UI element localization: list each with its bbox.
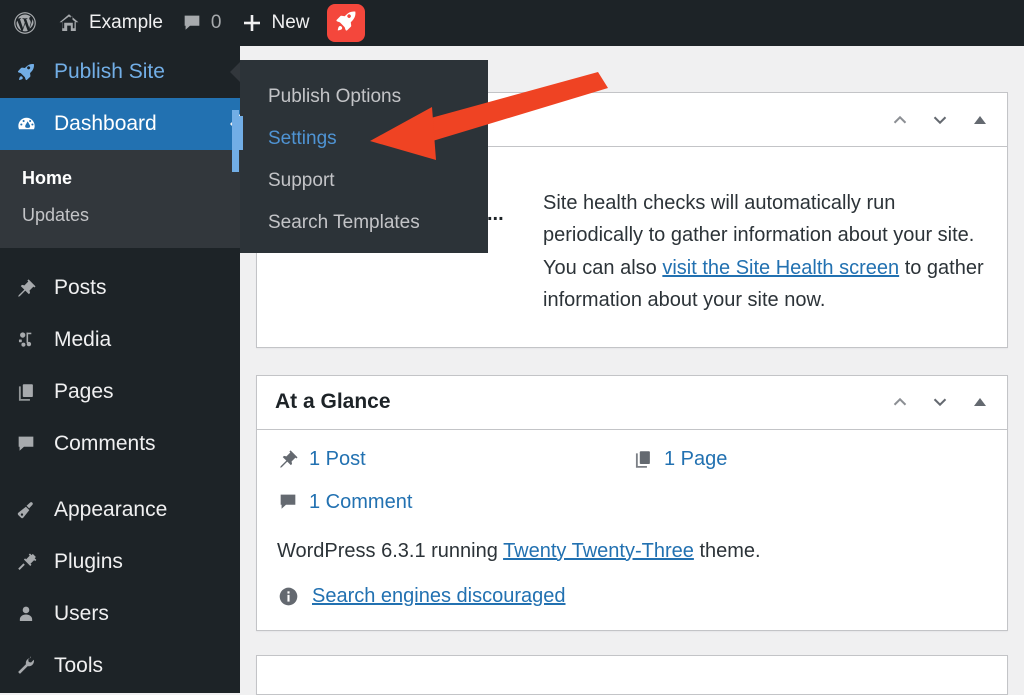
search-engines-discouraged-link[interactable]: Search engines discouraged <box>312 585 566 608</box>
glance-item-pages[interactable]: 1 Page <box>632 448 987 471</box>
chevron-down-icon[interactable] <box>925 105 955 135</box>
glance-pages-link[interactable]: 1 Page <box>664 448 727 471</box>
next-card-partial <box>256 654 1008 695</box>
sidebar-item-plugins[interactable]: Plugins <box>0 536 240 588</box>
sidebar-item-media-label: Media <box>54 328 112 351</box>
site-health-description: Site health checks will automatically ru… <box>537 147 987 317</box>
dashboard-gauge-icon <box>14 113 38 136</box>
sidebar-item-publish-site[interactable]: Publish Site <box>0 46 240 98</box>
chevron-up-icon[interactable] <box>885 387 915 417</box>
sidebar-item-pages[interactable]: Pages <box>0 366 240 418</box>
rocket-icon <box>14 61 38 83</box>
pin-icon <box>14 277 38 299</box>
site-health-screen-link[interactable]: visit the Site Health screen <box>662 257 899 279</box>
search-engines-row: Search engines discouraged <box>277 585 987 608</box>
sidebar-submenu-item-updates[interactable]: Updates <box>0 197 240 234</box>
comment-bubble-icon <box>14 433 38 455</box>
at-a-glance-card-body: 1 Post 1 Page 1 Comment WordPress 6.3.1 … <box>257 430 1007 630</box>
active-theme-link[interactable]: Twenty Twenty-Three <box>503 540 694 562</box>
sidebar-item-dashboard[interactable]: Dashboard <box>0 98 240 150</box>
pages-icon <box>632 448 654 470</box>
sidebar-separator-2 <box>0 470 240 484</box>
wordpress-version-line: WordPress 6.3.1 running Twenty Twenty-Th… <box>277 540 987 563</box>
at-a-glance-card-controls <box>885 387 995 417</box>
glance-posts-link[interactable]: 1 Post <box>309 448 366 471</box>
flyout-item-search-templates[interactable]: Search Templates <box>240 202 488 244</box>
paintbrush-icon <box>14 499 38 521</box>
wrench-icon <box>14 655 38 677</box>
sidebar-item-publish-site-label: Publish Site <box>54 60 165 83</box>
user-icon <box>14 603 38 625</box>
flyout-item-support[interactable]: Support <box>240 160 488 202</box>
sidebar-submenu-item-home[interactable]: Home <box>0 160 240 197</box>
flyout-pointer-notch <box>230 62 240 82</box>
flyout-active-marker <box>236 116 243 150</box>
sidebar-item-pages-label: Pages <box>54 380 114 403</box>
flyout-item-settings[interactable]: Settings <box>240 118 488 160</box>
pin-icon <box>277 448 299 470</box>
admin-sidebar: Publish Site Dashboard Home Updates Post… <box>0 46 240 693</box>
adminbar-new-label: New <box>271 12 310 33</box>
triangle-up-toggle-icon[interactable] <box>965 387 995 417</box>
publish-site-flyout-menu: Publish Options Settings Support Search … <box>240 60 488 253</box>
at-a-glance-card-title: At a Glance <box>275 390 391 414</box>
sidebar-item-posts-label: Posts <box>54 276 107 299</box>
adminbar-comments[interactable]: 0 <box>172 0 231 46</box>
chevron-up-icon[interactable] <box>885 105 915 135</box>
at-a-glance-counts: 1 Post 1 Page 1 Comment <box>277 448 987 534</box>
sidebar-item-comments-label: Comments <box>54 432 156 455</box>
adminbar-site-name-label: Example <box>89 12 163 33</box>
sidebar-item-tools[interactable]: Tools <box>0 640 240 692</box>
glance-item-comments[interactable]: 1 Comment <box>277 491 632 514</box>
comment-bubble-icon <box>181 12 203 34</box>
wordpress-logo-icon <box>12 10 38 36</box>
sidebar-item-dashboard-label: Dashboard <box>54 112 157 135</box>
at-a-glance-card-header: At a Glance <box>257 376 1007 430</box>
at-a-glance-card: At a Glance 1 Post 1 Page 1 Comment Word… <box>256 374 1008 631</box>
adminbar-site-name[interactable]: Example <box>48 0 172 46</box>
sidebar-item-appearance-label: Appearance <box>54 498 168 521</box>
info-icon <box>277 585 300 608</box>
admin-bar: Example 0 New <box>0 0 1024 46</box>
plug-icon <box>14 551 38 573</box>
comment-bubble-icon <box>277 491 299 513</box>
sidebar-item-appearance[interactable]: Appearance <box>0 484 240 536</box>
site-health-card-controls <box>885 105 995 135</box>
sidebar-item-users[interactable]: Users <box>0 588 240 640</box>
adminbar-wordpress-logo[interactable] <box>0 0 48 46</box>
adminbar-publish-rocket-button[interactable] <box>326 4 365 42</box>
media-icon <box>14 329 38 351</box>
sidebar-item-comments[interactable]: Comments <box>0 418 240 470</box>
sidebar-item-posts[interactable]: Posts <box>0 262 240 314</box>
plus-icon <box>240 11 264 35</box>
version-prefix: WordPress 6.3.1 running <box>277 539 504 562</box>
glance-item-posts[interactable]: 1 Post <box>277 448 632 471</box>
sidebar-submenu-dashboard: Home Updates <box>0 150 240 248</box>
glance-comments-link[interactable]: 1 Comment <box>309 491 412 514</box>
sidebar-item-plugins-label: Plugins <box>54 550 123 573</box>
rocket-icon <box>333 8 359 39</box>
flyout-item-publish-options[interactable]: Publish Options <box>240 76 488 118</box>
sidebar-separator <box>0 248 240 262</box>
sidebar-item-tools-label: Tools <box>54 654 104 677</box>
sidebar-item-media[interactable]: Media <box>0 314 240 366</box>
adminbar-comments-count: 0 <box>210 12 222 33</box>
pages-icon <box>14 381 38 403</box>
home-icon <box>57 11 81 35</box>
version-suffix: theme. <box>693 539 761 562</box>
chevron-down-icon[interactable] <box>925 387 955 417</box>
sidebar-item-users-label: Users <box>54 602 109 625</box>
triangle-up-toggle-icon[interactable] <box>965 105 995 135</box>
adminbar-new-content[interactable]: New <box>231 0 319 46</box>
